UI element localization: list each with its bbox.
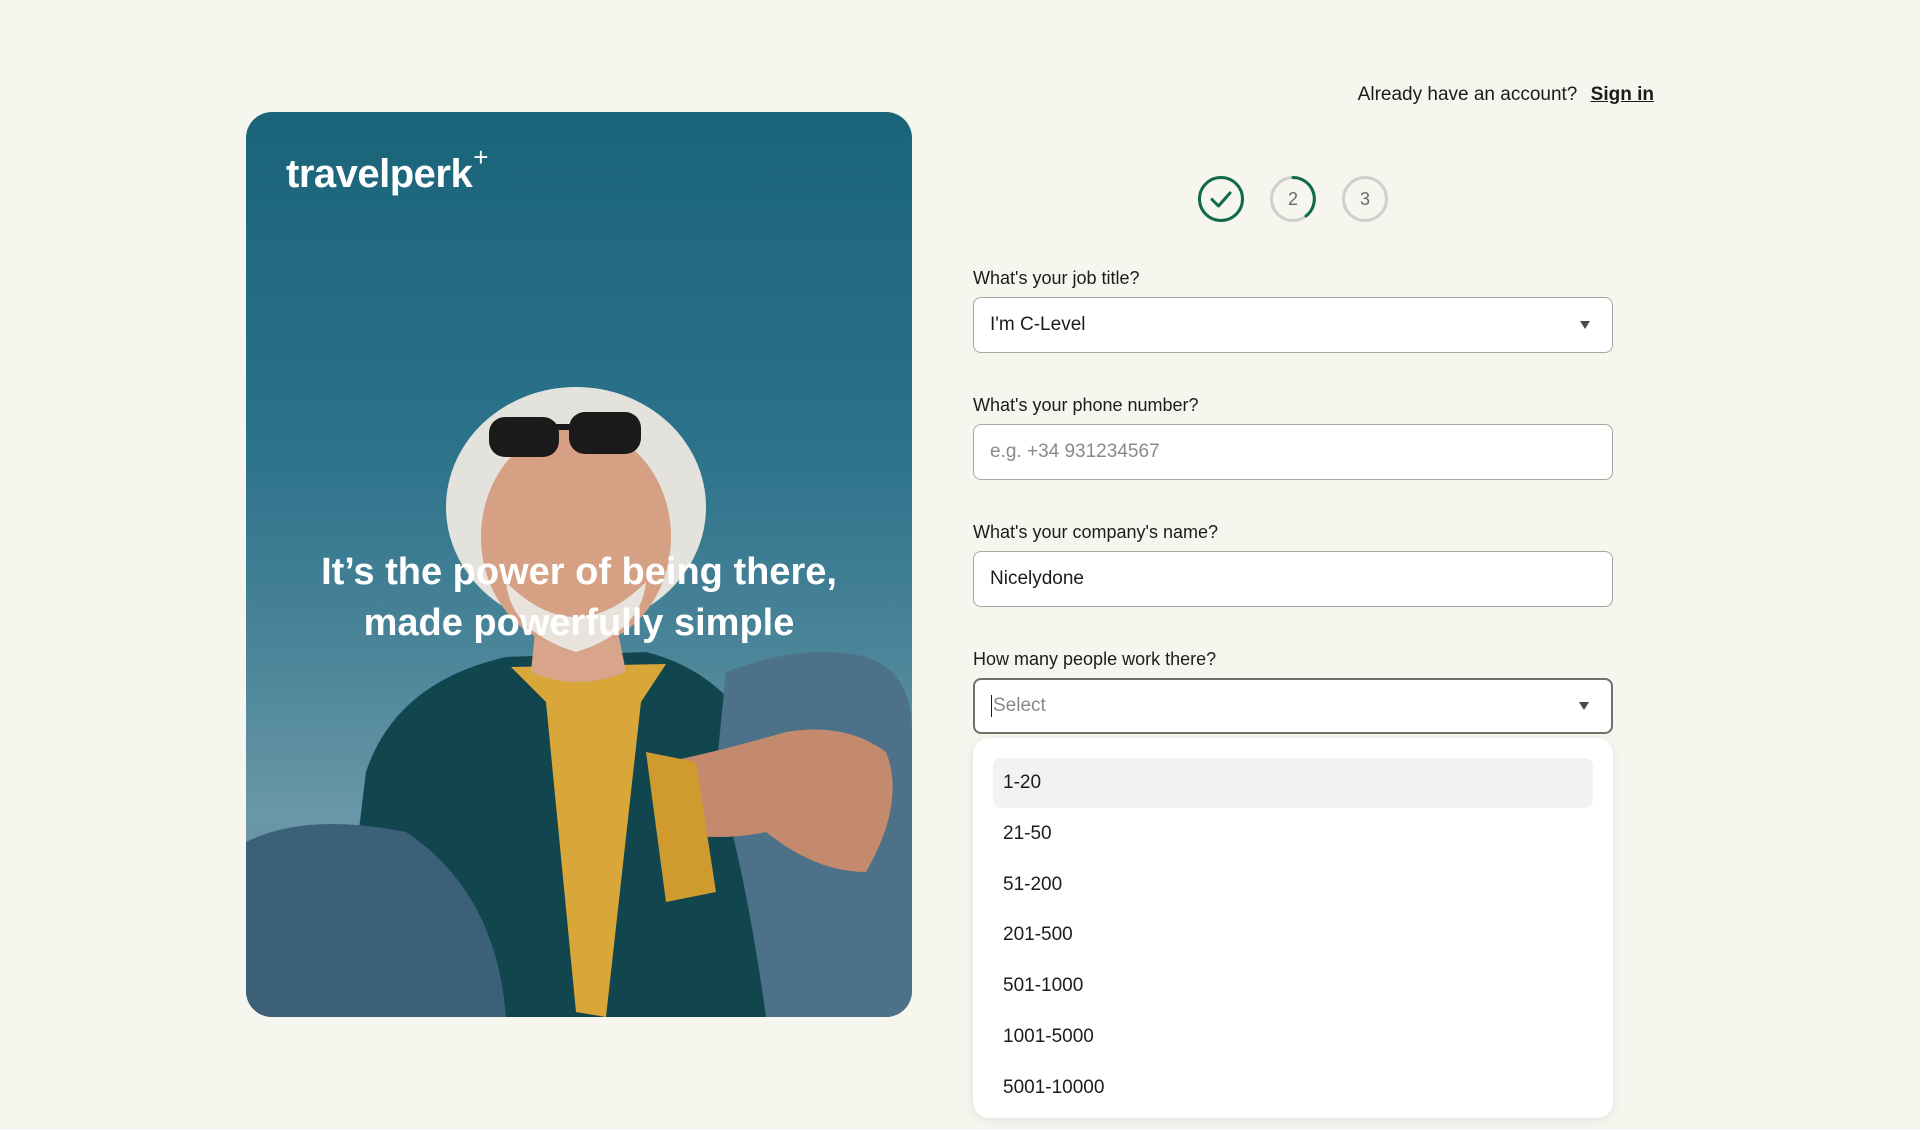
step-2-number: 2 [1287, 188, 1298, 209]
signin-link[interactable]: Sign in [1591, 84, 1654, 105]
checkmark-circle-icon [1198, 176, 1244, 222]
company-size-placeholder: Select [993, 695, 1046, 716]
tagline-line-2: made powerfully simple [363, 602, 795, 644]
signin-prompt-text: Already have an account? [1357, 84, 1578, 105]
company-value: Nicelydone [990, 568, 1084, 589]
option-1-20[interactable]: 1-20 [993, 758, 1593, 808]
step-3-pending: 3 [1341, 175, 1389, 223]
signin-prompt: Already have an account? Sign in [1358, 84, 1654, 106]
step-1-complete [1197, 175, 1245, 223]
chevron-down-icon [1579, 702, 1589, 710]
job-title-select[interactable]: I'm C-Level [973, 297, 1613, 353]
company-size-field: How many people work there? Select [973, 649, 1613, 734]
option-51-200[interactable]: 51-200 [993, 860, 1593, 910]
job-title-field: What's your job title? I'm C-Level [973, 268, 1613, 353]
option-501-1000[interactable]: 501-1000 [993, 961, 1593, 1011]
option-5001-10000[interactable]: 5001-10000 [993, 1063, 1593, 1113]
text-cursor [991, 695, 992, 717]
company-size-label: How many people work there? [973, 649, 1217, 669]
phone-input[interactable]: e.g. +34 931234567 [973, 424, 1613, 480]
company-size-dropdown: 1-20 21-50 51-200 201-500 501-1000 1001-… [973, 738, 1613, 1118]
company-size-select[interactable]: Select [973, 678, 1613, 734]
option-21-50[interactable]: 21-50 [993, 809, 1593, 859]
progress-stepper: 2 3 [1197, 175, 1389, 223]
chevron-down-icon [1580, 321, 1590, 329]
job-title-value: I'm C-Level [990, 314, 1086, 335]
option-201-500[interactable]: 201-500 [993, 910, 1593, 960]
step-2-in-progress: 2 [1269, 175, 1317, 223]
phone-field: What's your phone number? e.g. +34 93123… [973, 395, 1613, 480]
job-title-label: What's your job title? [973, 268, 1140, 288]
option-1001-5000[interactable]: 1001-5000 [993, 1012, 1593, 1062]
phone-label: What's your phone number? [973, 395, 1199, 415]
step-3-number: 3 [1359, 188, 1370, 209]
company-label: What's your company's name? [973, 522, 1218, 542]
phone-placeholder: e.g. +34 931234567 [990, 441, 1160, 462]
tagline-line-1: It’s the power of being there, [321, 551, 837, 593]
hero-card: travelperk+ It’s the power of being ther… [246, 112, 912, 1017]
travelperk-logo: travelperk+ [286, 142, 488, 196]
company-field: What's your company's name? Nicelydone [973, 522, 1613, 607]
company-input[interactable]: Nicelydone [973, 551, 1613, 607]
hero-tagline: It’s the power of being there, made powe… [246, 547, 912, 649]
